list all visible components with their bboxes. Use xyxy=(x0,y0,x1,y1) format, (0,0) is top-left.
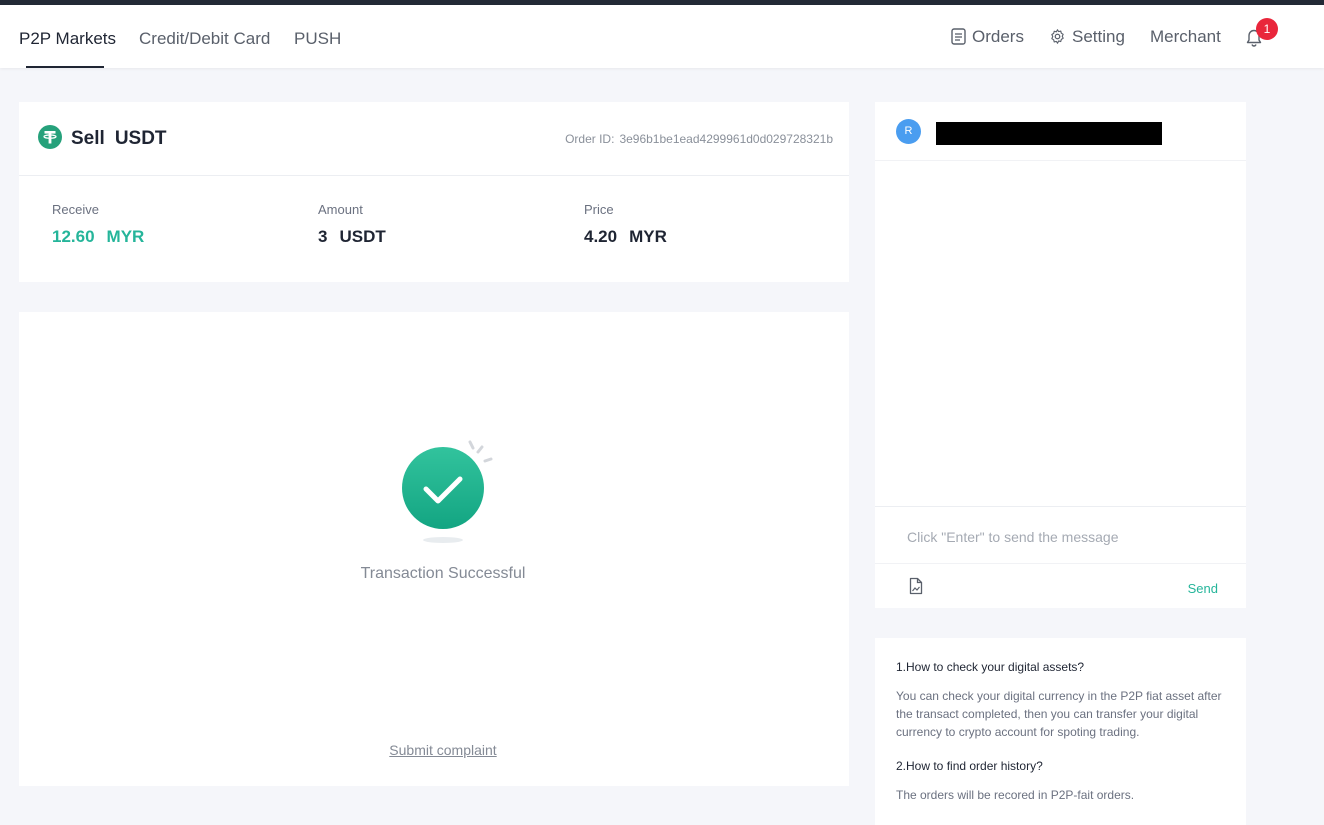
merchant-link[interactable]: Merchant xyxy=(1150,5,1221,68)
notification-badge: 1 xyxy=(1256,18,1278,40)
setting-link[interactable]: Setting xyxy=(1049,5,1125,68)
amount-label: Amount xyxy=(318,202,363,217)
faq-question: 2.How to find order history? xyxy=(896,759,1043,773)
order-header: Sell USDT Order ID: 3e96b1be1ead4299961d0d… xyxy=(19,102,849,176)
chat-header: R xyxy=(875,102,1246,161)
tether-icon xyxy=(38,125,62,149)
faq-answer: You can check your digital currency in t… xyxy=(896,689,1222,739)
top-navigation: P2P Markets Credit/Debit Card PUSH Order… xyxy=(0,5,1324,68)
active-tab-indicator xyxy=(26,66,104,68)
receive-amount: 12.60 xyxy=(52,227,95,246)
order-id-label: Order ID: xyxy=(565,132,615,146)
transaction-status: Transaction Successful xyxy=(360,565,526,582)
submit-complaint-link[interactable]: Submit complaint xyxy=(19,742,867,758)
amount-value: 3 USDT xyxy=(318,227,386,247)
amount-unit: USDT xyxy=(339,227,386,246)
tab-push[interactable]: PUSH xyxy=(294,5,341,68)
price-stat: Price 4.20 MYR xyxy=(584,202,667,247)
orders-link[interactable]: Orders xyxy=(951,5,1024,68)
avatar: R xyxy=(896,119,921,144)
price-label: Price xyxy=(584,202,614,217)
receive-stat: Receive 12.60 MYR xyxy=(52,202,144,247)
redacted-counterparty-name xyxy=(936,122,1162,145)
merchant-label: Merchant xyxy=(1150,26,1221,46)
faq-question: 1.How to check your digital assets? xyxy=(896,660,1085,674)
setting-label: Setting xyxy=(1072,26,1125,46)
order-id-value: 3e96b1be1ead4299961d0d029728321b xyxy=(619,132,833,146)
tab-credit-debit-card[interactable]: Credit/Debit Card xyxy=(139,5,270,68)
order-summary-card: Sell USDT Order ID: 3e96b1be1ead4299961d0d… xyxy=(19,102,849,282)
faq-answer: The orders will be recored in P2P-fait o… xyxy=(896,788,1135,802)
order-id: Order ID: 3e96b1be1ead4299961d0d029728321… xyxy=(565,132,833,146)
order-coin: USDT xyxy=(114,128,167,149)
receive-label: Receive xyxy=(52,202,99,217)
gear-icon xyxy=(1049,28,1066,45)
chat-panel: R Click "Enter" to send the message Send xyxy=(875,102,1246,608)
order-side: Sell xyxy=(71,128,105,149)
price-unit: MYR xyxy=(629,227,667,246)
orders-icon xyxy=(951,28,966,45)
faq-panel: 1.How to check your digital assets? You … xyxy=(875,638,1246,825)
receive-value: 12.60 MYR xyxy=(52,227,144,247)
price-number: 4.20 xyxy=(584,227,618,246)
transaction-result-card: Transaction Successful Submit complaint xyxy=(19,312,849,786)
tab-p2p-markets[interactable]: P2P Markets xyxy=(19,5,116,68)
check-circle-icon xyxy=(399,436,519,553)
amount-stat: Amount 3 USDT xyxy=(318,202,386,247)
send-button[interactable]: Send xyxy=(1188,581,1218,596)
orders-label: Orders xyxy=(972,26,1024,46)
price-value: 4.20 MYR xyxy=(584,227,667,247)
amount-number: 3 xyxy=(318,227,328,246)
receive-unit: MYR xyxy=(106,227,145,246)
order-title: Sell USDT xyxy=(71,128,177,150)
chat-message-input[interactable]: Click "Enter" to send the message xyxy=(875,506,1246,564)
attach-file-icon[interactable] xyxy=(909,577,923,600)
